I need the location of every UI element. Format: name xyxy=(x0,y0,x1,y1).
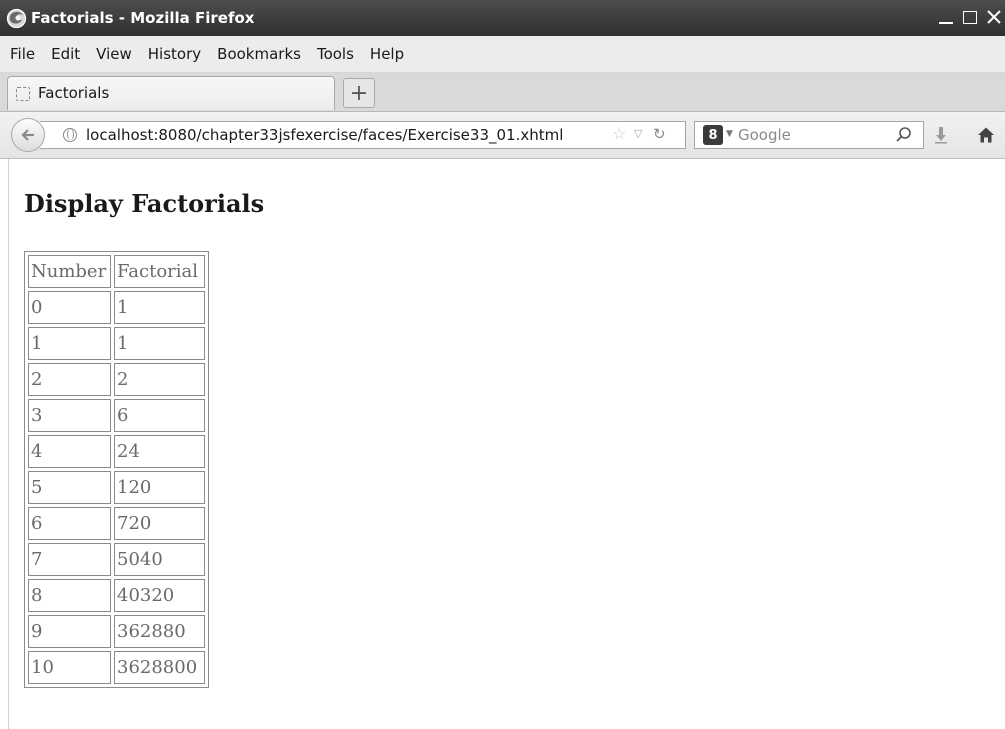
page-title: Display Factorials xyxy=(24,189,265,218)
factorial-cell: 6 xyxy=(114,399,205,432)
factorial-cell: 120 xyxy=(114,471,205,504)
reload-icon[interactable]: ↻ xyxy=(653,125,666,143)
home-icon xyxy=(978,127,994,143)
factorial-cell: 362880 xyxy=(114,615,205,648)
close-icon xyxy=(987,10,1001,24)
table-row: 9 362880 xyxy=(28,615,205,648)
number-cell: 1 xyxy=(28,327,111,360)
number-cell: 4 xyxy=(28,435,111,468)
factorial-cell: 24 xyxy=(114,435,205,468)
window-controls xyxy=(935,4,1005,34)
menu-edit[interactable]: Edit xyxy=(43,45,88,63)
menu-bar: File Edit View History Bookmarks Tools H… xyxy=(0,36,1005,73)
download-arrow-icon xyxy=(935,127,947,144)
number-cell: 6 xyxy=(28,507,111,540)
page-favicon-icon xyxy=(16,87,30,101)
home-button[interactable] xyxy=(973,123,999,147)
history-dropdown-icon[interactable]: ▽ xyxy=(634,127,642,140)
new-tab-button[interactable]: + xyxy=(343,78,375,108)
factorial-cell: 1 xyxy=(114,291,205,324)
table-row: 10 3628800 xyxy=(28,651,205,684)
downloads-button[interactable] xyxy=(929,123,953,147)
table-row: 3 6 xyxy=(28,399,205,432)
number-cell: 7 xyxy=(28,543,111,576)
table-row: 1 1 xyxy=(28,327,205,360)
firefox-logo-icon xyxy=(6,8,27,29)
back-button[interactable] xyxy=(11,118,45,152)
factorial-cell: 2 xyxy=(114,363,205,396)
tab-strip: Factorials + xyxy=(0,73,1005,112)
factorial-cell: 40320 xyxy=(114,579,205,612)
bookmark-star-icon[interactable]: ☆ xyxy=(612,124,626,143)
menu-view[interactable]: View xyxy=(88,45,140,63)
search-input[interactable]: Google xyxy=(738,126,791,144)
number-cell: 3 xyxy=(28,399,111,432)
close-button[interactable] xyxy=(983,4,1005,30)
url-bar[interactable]: localhost:8080/chapter33jsfexercise/face… xyxy=(40,121,686,149)
number-cell: 5 xyxy=(28,471,111,504)
maximize-icon xyxy=(963,10,977,24)
site-identity-icon[interactable] xyxy=(63,128,77,142)
back-arrow-icon xyxy=(21,129,34,141)
factorials-table: Number Factorial 0 1 1 1 2 2 3 6 4 24 5 … xyxy=(24,251,209,688)
column-header-number: Number xyxy=(28,255,111,288)
browser-window: Factorials - Mozilla Firefox File Edit V… xyxy=(0,0,1005,729)
table-row: 2 2 xyxy=(28,363,205,396)
factorial-cell: 3628800 xyxy=(114,651,205,684)
menu-bookmarks[interactable]: Bookmarks xyxy=(209,45,309,63)
factorial-cell: 720 xyxy=(114,507,205,540)
url-text[interactable]: localhost:8080/chapter33jsfexercise/face… xyxy=(86,126,563,144)
number-cell: 10 xyxy=(28,651,111,684)
tab-title: Factorials xyxy=(38,84,110,102)
factorial-cell: 1 xyxy=(114,327,205,360)
search-engine-icon[interactable]: 8 xyxy=(703,125,723,145)
table-row: 6 720 xyxy=(28,507,205,540)
menu-history[interactable]: History xyxy=(140,45,209,63)
minimize-button[interactable] xyxy=(935,4,957,30)
window-title: Factorials - Mozilla Firefox xyxy=(31,9,255,27)
factorial-cell: 5040 xyxy=(114,543,205,576)
page-content: Display Factorials Number Factorial 0 1 … xyxy=(0,159,1005,729)
menu-help[interactable]: Help xyxy=(362,45,412,63)
minimize-icon xyxy=(939,22,953,24)
column-header-factorial: Factorial xyxy=(114,255,205,288)
content-left-border xyxy=(8,159,9,729)
number-cell: 9 xyxy=(28,615,111,648)
tab-factorials[interactable]: Factorials xyxy=(7,76,335,110)
table-row: 4 24 xyxy=(28,435,205,468)
search-icon[interactable] xyxy=(895,126,913,144)
number-cell: 2 xyxy=(28,363,111,396)
table-row: 7 5040 xyxy=(28,543,205,576)
number-cell: 8 xyxy=(28,579,111,612)
search-engine-dropdown-icon[interactable]: ▼ xyxy=(726,129,733,139)
menu-tools[interactable]: Tools xyxy=(309,45,362,63)
navigation-bar: localhost:8080/chapter33jsfexercise/face… xyxy=(0,112,1005,159)
number-cell: 0 xyxy=(28,291,111,324)
maximize-button[interactable] xyxy=(959,4,981,30)
title-bar: Factorials - Mozilla Firefox xyxy=(0,0,1005,36)
table-row: 8 40320 xyxy=(28,579,205,612)
table-row: 0 1 xyxy=(28,291,205,324)
table-row: 5 120 xyxy=(28,471,205,504)
search-bar[interactable]: 8 ▼ Google xyxy=(694,121,924,149)
table-header-row: Number Factorial xyxy=(28,255,205,288)
menu-file[interactable]: File xyxy=(0,45,43,63)
